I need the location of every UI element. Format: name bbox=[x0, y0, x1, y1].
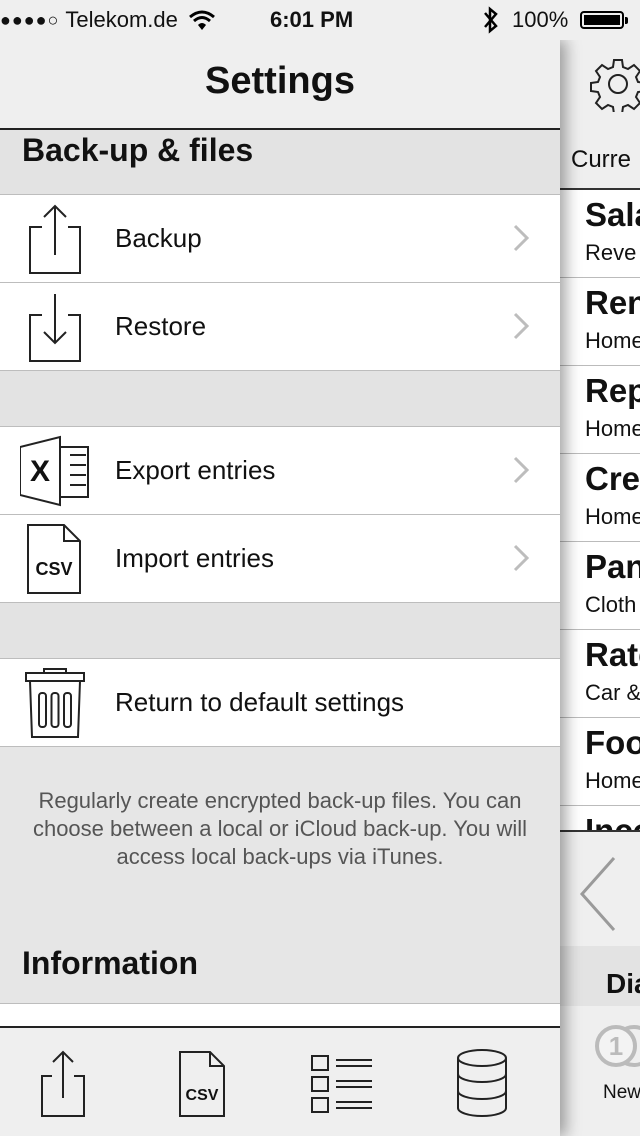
entry-category: Cloth bbox=[585, 592, 637, 617]
entry-title: Rep bbox=[585, 372, 640, 409]
import-entries-row[interactable]: CSV Import entries bbox=[0, 515, 560, 603]
list-item[interactable]: Foo Home bbox=[560, 718, 640, 806]
list-item[interactable]: Rep Home bbox=[560, 366, 640, 454]
svg-text:X: X bbox=[30, 455, 50, 488]
entry-category: Home bbox=[585, 416, 640, 441]
chevron-right-icon bbox=[513, 224, 530, 252]
main-view-peek: Curre Sala Reve Ren Home Rep Home Cre Ho… bbox=[560, 40, 640, 1136]
categories-list-icon bbox=[311, 1055, 372, 1113]
entry-title: Rate bbox=[585, 636, 640, 673]
backup-footer-text: Regularly create encrypted back-up files… bbox=[32, 788, 528, 869]
gear-icon[interactable] bbox=[590, 56, 640, 112]
clock: 6:01 PM bbox=[270, 7, 354, 32]
chevron-right-icon bbox=[513, 544, 530, 572]
export-entries-row[interactable]: X Export entries bbox=[0, 427, 560, 515]
current-label: Curre bbox=[571, 146, 632, 173]
battery-icon bbox=[580, 11, 628, 29]
svg-text:CSV: CSV bbox=[35, 559, 72, 579]
restore-row[interactable]: Restore bbox=[0, 283, 560, 371]
list-item[interactable]: Rate Car & bbox=[560, 630, 640, 718]
carrier-info: ●●●●○ Telekom.de bbox=[0, 7, 216, 33]
page-title: Settings bbox=[205, 60, 355, 102]
entry-category: Home bbox=[585, 328, 640, 353]
list-item[interactable]: Ren Home bbox=[560, 278, 640, 366]
tab-categories[interactable] bbox=[302, 1046, 382, 1121]
section-title: Information bbox=[22, 945, 198, 981]
entry-title: Cre bbox=[585, 460, 640, 497]
new-entry-icon[interactable]: 1 bbox=[594, 1022, 640, 1072]
share-icon bbox=[41, 1050, 85, 1117]
trash-icon bbox=[25, 668, 85, 738]
diagram-tab[interactable]: Dia bbox=[560, 946, 640, 1006]
navigation-bar: Settings bbox=[0, 40, 560, 130]
signal-strength: ●●●●○ bbox=[0, 9, 60, 30]
section-spacer bbox=[0, 603, 560, 659]
svg-text:CSV: CSV bbox=[186, 1087, 219, 1104]
reset-defaults-row[interactable]: Return to default settings bbox=[0, 659, 560, 747]
section-header-backup: Back-up & files bbox=[0, 130, 560, 195]
tab-share[interactable] bbox=[22, 1046, 102, 1121]
section-header-information: Information bbox=[0, 937, 560, 1004]
battery-percentage: 100% bbox=[512, 7, 569, 32]
entry-title: Pan bbox=[585, 548, 640, 585]
entry-category: Home bbox=[585, 768, 640, 793]
entry-title: Sala bbox=[585, 196, 640, 233]
section-spacer bbox=[0, 371, 560, 427]
database-icon bbox=[457, 1049, 507, 1117]
list-item[interactable]: Cre Home bbox=[560, 454, 640, 542]
entry-title: Ren bbox=[585, 284, 640, 321]
upload-icon bbox=[29, 204, 81, 274]
tab-csv[interactable]: CSV bbox=[162, 1046, 242, 1121]
status-bar: ●●●●○ Telekom.de 6:01 PM 100% bbox=[0, 0, 640, 40]
wifi-icon bbox=[188, 10, 215, 30]
list-item[interactable]: Pan Cloth bbox=[560, 542, 640, 630]
csv-file-icon: CSV bbox=[179, 1051, 225, 1117]
excel-icon: X bbox=[20, 435, 89, 507]
section-title: Back-up & files bbox=[22, 132, 254, 168]
download-icon bbox=[29, 294, 81, 362]
main-view-header: Curre bbox=[560, 40, 640, 190]
diagram-label: Dia bbox=[606, 968, 640, 999]
bluetooth-icon bbox=[484, 6, 498, 34]
tab-database[interactable] bbox=[442, 1046, 522, 1121]
new-entry-badge: 1 bbox=[609, 1031, 623, 1061]
backup-row[interactable]: Backup bbox=[0, 195, 560, 283]
carrier-name: Telekom.de bbox=[65, 7, 178, 32]
import-entries-label: Import entries bbox=[115, 543, 274, 573]
chevron-right-icon bbox=[513, 312, 530, 340]
entry-category: Car & bbox=[585, 680, 640, 705]
settings-panel: Settings Back-up & files Backup Restore bbox=[0, 40, 560, 1136]
export-entries-label: Export entries bbox=[115, 455, 276, 485]
entry-category: Reve bbox=[585, 240, 637, 265]
entry-title: Foo bbox=[585, 724, 640, 761]
list-item[interactable]: Sala Reve bbox=[560, 190, 640, 278]
entry-category: Home bbox=[585, 504, 640, 529]
backup-footer: Regularly create encrypted back-up files… bbox=[0, 747, 560, 937]
reset-defaults-label: Return to default settings bbox=[115, 687, 405, 717]
restore-label: Restore bbox=[115, 311, 207, 341]
csv-file-icon: CSV bbox=[27, 524, 81, 594]
period-navigator bbox=[560, 830, 640, 952]
backup-label: Backup bbox=[115, 223, 202, 253]
main-toolbar: 1 New bbox=[560, 1006, 640, 1136]
chevron-left-icon[interactable] bbox=[578, 854, 618, 934]
chevron-right-icon bbox=[513, 456, 530, 484]
new-entry-label: New bbox=[603, 1082, 640, 1103]
tab-bar: CSV bbox=[0, 1026, 560, 1136]
